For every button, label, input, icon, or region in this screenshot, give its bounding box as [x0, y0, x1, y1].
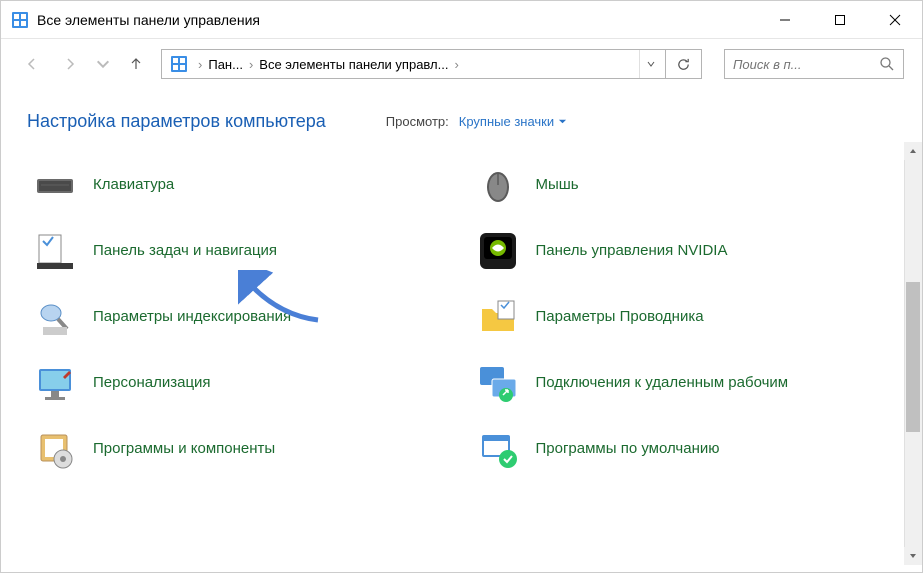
maximize-button[interactable] — [812, 1, 867, 38]
folder-options-icon — [476, 295, 520, 339]
item-personalization[interactable]: Персонализация — [27, 354, 470, 412]
items-grid: Клавиатура Мышь Панель задач и навигация… — [1, 142, 922, 492]
page-title: Настройка параметров компьютера — [27, 111, 326, 132]
search-icon — [879, 56, 895, 72]
indexing-icon — [33, 295, 77, 339]
item-label: Программы и компоненты — [93, 439, 275, 459]
nvidia-icon — [476, 229, 520, 273]
item-label: Панель управления NVIDIA — [536, 241, 728, 261]
breadcrumb-item[interactable]: Пан... — [208, 57, 243, 72]
item-keyboard[interactable]: Клавиатура — [27, 156, 470, 214]
item-indexing[interactable]: Параметры индексирования — [27, 288, 470, 346]
item-label: Панель задач и навигация — [93, 241, 277, 261]
content-area: Клавиатура Мышь Панель задач и навигация… — [1, 142, 922, 565]
default-programs-icon — [476, 427, 520, 471]
keyboard-icon — [33, 163, 77, 207]
item-taskbar[interactable]: Панель задач и навигация — [27, 222, 470, 280]
item-remote[interactable]: Подключения к удаленным рабочим — [470, 354, 913, 412]
close-button[interactable] — [867, 1, 922, 38]
mouse-icon — [476, 163, 520, 207]
breadcrumb-item[interactable]: Все элементы панели управл... — [259, 57, 448, 72]
view-by-dropdown[interactable]: Крупные значки — [459, 114, 567, 129]
history-dropdown[interactable] — [95, 51, 111, 77]
view-by-value: Крупные значки — [459, 114, 554, 129]
programs-icon — [33, 427, 77, 471]
taskbar-icon — [33, 229, 77, 273]
vertical-scrollbar[interactable] — [904, 142, 922, 565]
item-mouse[interactable]: Мышь — [470, 156, 913, 214]
toolbar: › Пан... › Все элементы панели управл...… — [1, 39, 922, 89]
up-button[interactable] — [123, 51, 149, 77]
refresh-button[interactable] — [666, 49, 702, 79]
item-label: Подключения к удаленным рабочим — [536, 373, 789, 393]
minimize-button[interactable] — [757, 1, 812, 38]
view-by-label: Просмотр: — [386, 114, 449, 129]
forward-button[interactable] — [57, 51, 83, 77]
item-label: Параметры индексирования — [93, 307, 291, 327]
window-title: Все элементы панели управления — [37, 12, 757, 28]
item-label: Клавиатура — [93, 175, 174, 195]
scroll-thumb[interactable] — [906, 282, 920, 432]
search-box[interactable] — [724, 49, 904, 79]
content-header: Настройка параметров компьютера Просмотр… — [1, 89, 922, 142]
control-panel-icon — [11, 11, 29, 29]
chevron-right-icon: › — [243, 57, 259, 72]
personalization-icon — [33, 361, 77, 405]
search-input[interactable] — [733, 57, 879, 72]
address-dropdown[interactable] — [639, 50, 661, 78]
address-bar[interactable]: › Пан... › Все элементы панели управл...… — [161, 49, 666, 79]
titlebar: Все элементы панели управления — [1, 1, 922, 39]
item-programs[interactable]: Программы и компоненты — [27, 420, 470, 478]
chevron-right-icon: › — [192, 57, 208, 72]
back-button[interactable] — [19, 51, 45, 77]
item-label: Программы по умолчанию — [536, 439, 720, 459]
item-folder-options[interactable]: Параметры Проводника — [470, 288, 913, 346]
window-controls — [757, 1, 922, 38]
item-default-programs[interactable]: Программы по умолчанию — [470, 420, 913, 478]
item-label: Параметры Проводника — [536, 307, 704, 327]
item-label: Мышь — [536, 175, 579, 195]
control-panel-icon — [170, 55, 188, 73]
remote-icon — [476, 361, 520, 405]
item-label: Персонализация — [93, 373, 211, 393]
item-nvidia[interactable]: Панель управления NVIDIA — [470, 222, 913, 280]
chevron-right-icon: › — [448, 57, 464, 72]
scroll-down-button[interactable] — [904, 547, 922, 565]
scroll-up-button[interactable] — [904, 142, 922, 160]
